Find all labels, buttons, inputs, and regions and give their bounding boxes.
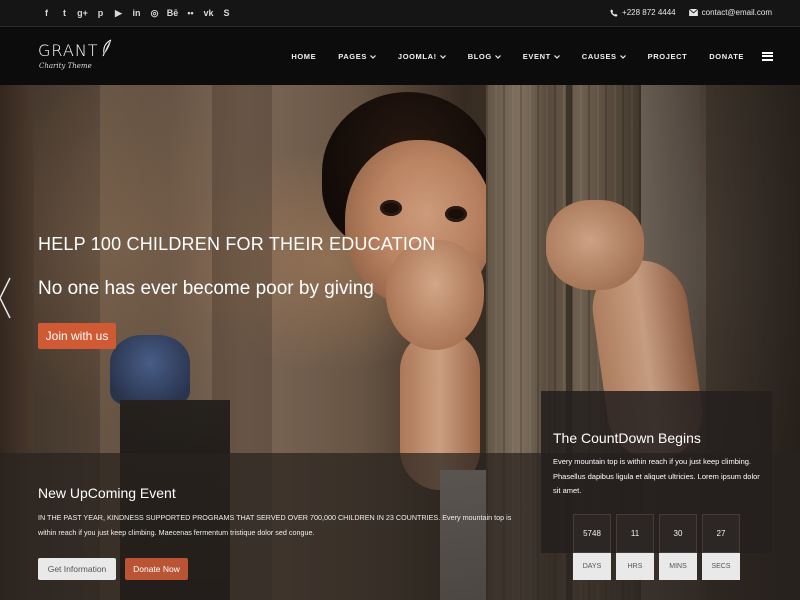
countdown-title: The CountDown Begins [553,430,701,446]
join-button[interactable]: Join with us [38,323,116,349]
countdown-label: SECS [702,553,740,580]
countdown-days: 5748 DAYS [573,514,611,580]
nav-item-label: BLOG [467,51,492,61]
chevron-down-icon [619,52,626,61]
google-plus-icon[interactable]: g+ [74,7,91,20]
hero-title: HELP 100 CHILDREN FOR THEIR EDUCATION [38,234,436,254]
event-title: New UpComing Event [38,485,176,501]
nav-item-event[interactable]: EVENT [523,52,560,61]
slider-prev-arrow[interactable] [0,276,12,320]
site-logo[interactable]: GRANT Charity Theme [38,39,113,70]
event-description: IN THE PAST YEAR, KINDNESS SUPPORTED PRO… [38,513,512,537]
main-nav: HOME PAGES JOOMLA! BLOG EVENT CAUSES PROJECT DO… [269,27,773,85]
chevron-down-icon [439,52,446,61]
nav-item-joomla[interactable]: JOOMLA! [398,52,446,61]
countdown-hrs: 11 HRS [616,514,654,580]
site-header: GRANT Charity Theme HOME PAGES JOOMLA! BLOG… [0,27,800,85]
nav-item-label: CAUSES [581,51,617,61]
mail-icon [688,9,698,16]
email-link[interactable]: contact@email.com [702,8,772,17]
logo-text: GRANT [38,40,99,60]
nav-item-label: PAGES [338,51,367,61]
youtube-icon[interactable]: ▶ [110,7,127,20]
chevron-down-icon [494,52,501,61]
countdown-value: 11 [616,514,654,553]
donate-now-button[interactable]: Donate Now [125,558,188,580]
nav-item-blog[interactable]: BLOG [468,52,501,61]
nav-item-label: EVENT [522,51,551,61]
countdown-label: HRS [616,553,654,580]
countdown-value: 27 [702,514,740,553]
dribbble-icon[interactable]: ◎ [146,7,163,20]
get-information-button[interactable]: Get Information [38,558,116,580]
flickr-icon[interactable]: •• [182,7,199,20]
nav-item-causes[interactable]: CAUSES [582,52,626,61]
social-links: f t g+ p ▶ in ◎ Bē •• vk S [38,7,236,20]
top-bar: f t g+ p ▶ in ◎ Bē •• vk S +228 872 4444 contact@e… [0,0,800,27]
chevron-down-icon [369,52,376,61]
twitter-icon[interactable]: t [56,7,73,20]
feather-icon [101,39,113,61]
pinterest-icon[interactable]: p [92,7,109,20]
countdown-mins: 30 MINS [659,514,697,580]
nav-item-project[interactable]: PROJECT [648,52,688,61]
contact-info: +228 872 4444 contact@email.com [610,8,772,17]
countdown-label: MINS [659,553,697,580]
nav-item-donate[interactable]: DONATE [709,52,744,61]
facebook-icon[interactable]: f [38,7,55,20]
nav-item-label: JOOMLA! [397,51,437,61]
menu-icon[interactable] [762,51,773,61]
phone-number[interactable]: +228 872 4444 [622,8,676,17]
nav-item-label: PROJECT [647,51,688,61]
countdown-secs: 27 SECS [702,514,740,580]
vk-icon[interactable]: vk [200,7,217,20]
skype-icon[interactable]: S [218,7,235,20]
logo-tagline: Charity Theme [39,62,92,70]
countdown-value: 5748 [573,514,611,553]
behance-icon[interactable]: Bē [164,7,181,20]
linkedin-icon[interactable]: in [128,7,145,20]
nav-item-label: DONATE [709,51,744,61]
chevron-down-icon [553,52,560,61]
countdown-description: Every mountain top is within reach if yo… [553,457,760,495]
countdown-value: 30 [659,514,697,553]
nav-item-pages[interactable]: PAGES [338,52,376,61]
nav-item-home[interactable]: HOME [291,52,316,61]
hero-subtitle: No one has ever become poor by giving [38,278,374,299]
countdown-label: DAYS [573,553,611,580]
nav-item-label: HOME [291,51,317,61]
phone-icon [610,8,618,17]
